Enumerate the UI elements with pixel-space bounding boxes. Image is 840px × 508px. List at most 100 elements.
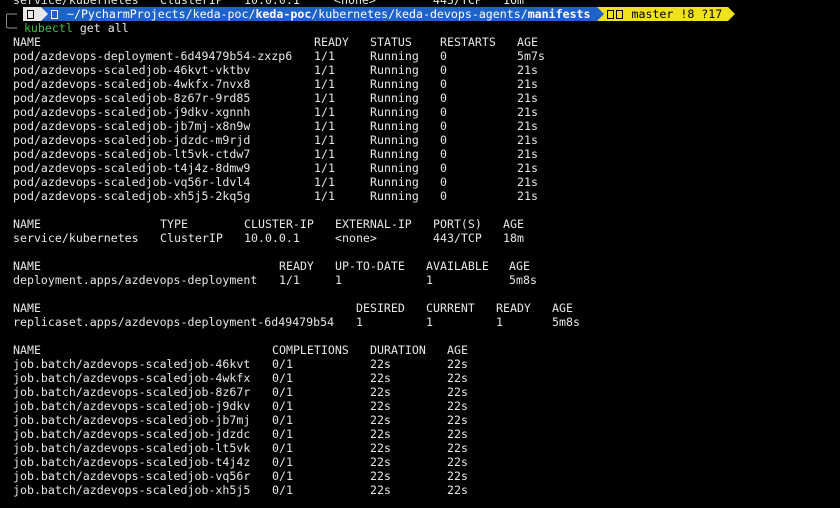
output-cell: ClusterIP <box>160 0 223 7</box>
table-row: job.batch/azdevops-scaledjob-4wkfx 0/1 22s… <box>13 371 840 385</box>
table-cell: 21s <box>517 91 538 105</box>
table-cell: Running <box>370 49 419 63</box>
path-dir: manifests <box>527 7 591 21</box>
table-cell: pod/azdevops-scaledjob-j9dkv-xgnnh <box>13 105 251 119</box>
table-cell: job.batch/azdevops-scaledjob-lt5vk <box>13 441 251 455</box>
table-row: job.batch/azdevops-scaledjob-8z67r 0/1 22s… <box>13 385 840 399</box>
command-line[interactable]: ╰─ kubectl get all <box>0 21 840 35</box>
path-segment: ~/PycharmProjects/keda-poc/keda-poc/kube… <box>41 7 604 21</box>
column-header: DESIRED <box>356 301 405 315</box>
table-cell: 0/1 <box>272 413 293 427</box>
table-cell: 1/1 <box>314 63 335 77</box>
column-header: AGE <box>552 301 573 315</box>
table-cell: 22s <box>370 399 391 413</box>
table-cell: pod/azdevops-scaledjob-vq56r-ldvl4 <box>13 175 251 189</box>
table-cell: 22s <box>370 357 391 371</box>
previous-output-line: service/kubernetes ClusterIP 10.0.0.1 <none… <box>13 0 840 7</box>
table-cell: deployment.apps/azdevops-deployment <box>13 273 258 287</box>
table-row: pod/azdevops-scaledjob-lt5vk-ctdw7 1/1 Run… <box>13 147 840 161</box>
column-header: NAME <box>13 259 41 273</box>
table-cell: 22s <box>370 371 391 385</box>
shell-prompt: ╭─ ~/PycharmProjects/keda-poc/keda-poc/k… <box>0 7 840 21</box>
services-table: NAME TYPE CLUSTER-IP EXTERNAL-IP PORT(S) AGE s… <box>13 217 840 245</box>
table-cell: 1/1 <box>314 133 335 147</box>
table-cell: job.batch/azdevops-scaledjob-jb7mj <box>13 413 251 427</box>
table-cell: Running <box>370 161 419 175</box>
column-header: PORT(S) <box>433 217 482 231</box>
output-cell: 16m <box>503 0 524 7</box>
table-row: pod/azdevops-scaledjob-j9dkv-xgnnh 1/1 Run… <box>13 105 840 119</box>
table-cell: 5m7s <box>517 49 545 63</box>
column-header: COMPLETIONS <box>272 343 349 357</box>
table-row: pod/azdevops-scaledjob-jdzdc-m9rjd 1/1 Run… <box>13 133 840 147</box>
column-header: TYPE <box>160 217 188 231</box>
table-row: job.batch/azdevops-scaledjob-xh5j5 0/1 22s… <box>13 483 840 497</box>
command-args: get all <box>79 21 129 35</box>
table-row: pod/azdevops-scaledjob-8z67r-9rd85 1/1 Run… <box>13 91 840 105</box>
column-header: CLUSTER-IP <box>244 217 314 231</box>
folder-icon <box>51 9 58 19</box>
table-cell: 22s <box>447 399 468 413</box>
output-cell: 443/TCP <box>433 0 482 7</box>
table-cell: 1/1 <box>314 49 335 63</box>
table-row: job.batch/azdevops-scaledjob-jb7mj 0/1 22s… <box>13 413 840 427</box>
table-cell: 21s <box>517 119 538 133</box>
table-cell: 22s <box>370 413 391 427</box>
path-repo: keda-poc <box>255 7 312 21</box>
apple-icon <box>27 9 34 19</box>
jobs-table: NAME COMPLETIONS DURATION AGE job.batch/azde… <box>13 343 840 497</box>
table-cell: 1 <box>426 273 433 287</box>
table-cell: 1 <box>496 315 503 329</box>
table-cell: pod/azdevops-scaledjob-8z67r-9rd85 <box>13 91 251 105</box>
path-prefix: ~/PycharmProjects/keda-poc/ <box>66 7 256 21</box>
table-cell: 22s <box>370 427 391 441</box>
path-mid: /kubernetes/keda-devops-agents/ <box>311 7 528 21</box>
table-cell: 22s <box>447 427 468 441</box>
command-corner: ╰─ <box>3 21 24 35</box>
table-cell: 5m8s <box>552 315 580 329</box>
table-cell: 1/1 <box>314 189 335 203</box>
table-cell: Running <box>370 105 419 119</box>
table-cell: 1/1 <box>314 105 335 119</box>
table-row: replicaset.apps/azdevops-deployment-6d49… <box>13 315 840 329</box>
table-cell: 1/1 <box>279 273 300 287</box>
column-header: NAME <box>13 343 41 357</box>
table-cell: pod/azdevops-scaledjob-jdzdc-m9rjd <box>13 133 251 147</box>
table-row: job.batch/azdevops-scaledjob-t4j4z 0/1 22s… <box>13 455 840 469</box>
table-cell: 0/1 <box>272 371 293 385</box>
table-cell: 0/1 <box>272 469 293 483</box>
table-cell: 5m8s <box>509 273 537 287</box>
output-cell: 10.0.0.1 <box>244 0 300 7</box>
table-cell: 1 <box>356 315 363 329</box>
table-cell: Running <box>370 77 419 91</box>
column-header: RESTARTS <box>440 35 496 49</box>
table-row: job.batch/azdevops-scaledjob-lt5vk 0/1 22s… <box>13 441 840 455</box>
table-cell: Running <box>370 189 419 203</box>
table-cell: 0/1 <box>272 441 293 455</box>
table-cell: 22s <box>447 413 468 427</box>
table-header-row: NAME DESIRED CURRENT READY AGE <box>13 301 840 315</box>
table-cell: Running <box>370 119 419 133</box>
table-cell: pod/azdevops-scaledjob-t4j4z-8dmw9 <box>13 161 251 175</box>
table-cell: 21s <box>517 77 538 91</box>
table-cell: 1/1 <box>314 161 335 175</box>
column-header: READY <box>314 35 349 49</box>
table-row: pod/azdevops-scaledjob-vq56r-ldvl4 1/1 Run… <box>13 175 840 189</box>
branch-icon <box>615 9 623 19</box>
table-header-row: NAME READY STATUS RESTARTS AGE <box>13 35 840 49</box>
table-cell: 0 <box>440 77 447 91</box>
column-header: UP-TO-DATE <box>335 259 405 273</box>
table-cell: 0/1 <box>272 427 293 441</box>
table-cell: 1/1 <box>314 175 335 189</box>
table-row: job.batch/azdevops-scaledjob-vq56r 0/1 22s… <box>13 469 840 483</box>
table-cell: 22s <box>370 441 391 455</box>
table-cell: job.batch/azdevops-scaledjob-xh5j5 <box>13 483 251 497</box>
table-cell: job.batch/azdevops-scaledjob-jdzdc <box>13 427 251 441</box>
table-cell: Running <box>370 63 419 77</box>
table-cell: job.batch/azdevops-scaledjob-46kvt <box>13 357 251 371</box>
column-header: AVAILABLE <box>426 259 489 273</box>
table-cell: pod/azdevops-scaledjob-xh5j5-2kq5g <box>13 189 251 203</box>
table-row: pod/azdevops-deployment-6d49479b54-zxzp6… <box>13 49 840 63</box>
column-header: READY <box>496 301 531 315</box>
terminal-window[interactable]: service/kubernetes ClusterIP 10.0.0.1 <none… <box>0 0 840 508</box>
